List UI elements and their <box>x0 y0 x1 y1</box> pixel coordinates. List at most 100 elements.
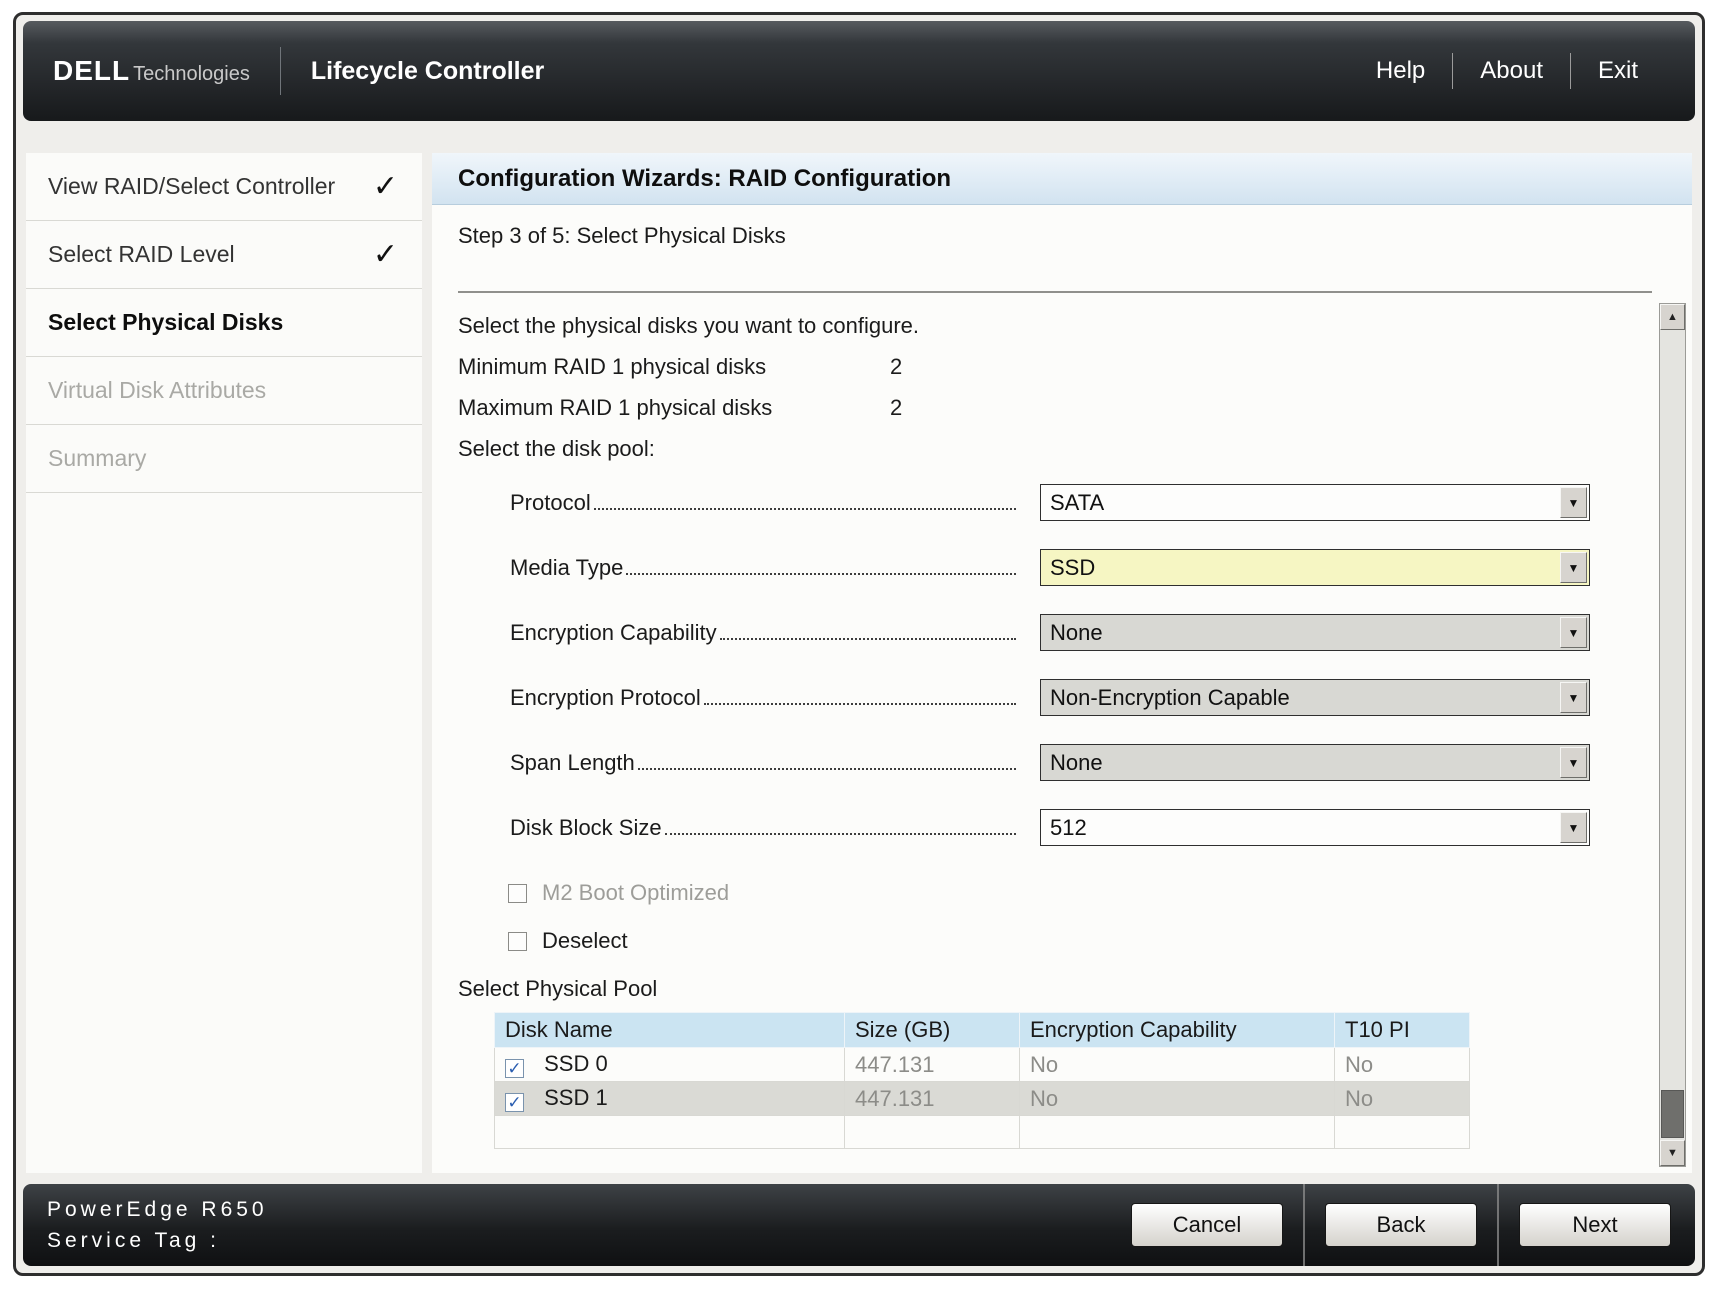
app-window: DELL Technologies Lifecycle Controller H… <box>13 12 1705 1276</box>
back-button[interactable]: Back <box>1325 1203 1477 1247</box>
cancel-button[interactable]: Cancel <box>1131 1203 1283 1247</box>
about-link[interactable]: About <box>1453 57 1570 85</box>
disk-checkbox[interactable]: ✓ <box>505 1093 524 1112</box>
protocol-select[interactable]: SATA ▼ <box>1040 484 1590 521</box>
disk-size: 447.131 <box>845 1048 1020 1082</box>
m2-boot-optimized-label: M2 Boot Optimized <box>542 880 729 906</box>
next-button[interactable]: Next <box>1519 1203 1671 1247</box>
col-header-encryption: Encryption Capability <box>1020 1013 1335 1048</box>
caret-down-icon[interactable]: ▼ <box>1560 682 1587 713</box>
disk-checkbox[interactable]: ✓ <box>505 1059 524 1078</box>
sidebar-item-view-raid-select-controller[interactable]: View RAID/Select Controller ✓ <box>26 153 422 221</box>
help-link[interactable]: Help <box>1349 57 1452 85</box>
disk-size: 447.131 <box>845 1082 1020 1116</box>
dotted-leader <box>720 638 1016 640</box>
disk-t10pi: No <box>1335 1048 1470 1082</box>
m2-boot-optimized-option: M2 Boot Optimized <box>508 880 1666 906</box>
encryption-protocol-select[interactable]: Non-Encryption Capable ▼ <box>1040 679 1590 716</box>
top-header-bar: DELL Technologies Lifecycle Controller H… <box>23 21 1695 121</box>
dotted-leader <box>665 833 1016 835</box>
caret-down-icon[interactable]: ▼ <box>1560 617 1587 648</box>
min-disks-value: 2 <box>890 354 902 380</box>
app-title: Lifecycle Controller <box>311 57 544 86</box>
sidebar-item-summary: Summary ✓ <box>26 425 422 493</box>
span-length-label: Span Length <box>510 750 635 776</box>
encryption-protocol-label: Encryption Protocol <box>510 685 701 711</box>
disk-block-size-label: Disk Block Size <box>510 815 662 841</box>
min-disks-row: Minimum RAID 1 physical disks 2 <box>458 354 1666 380</box>
col-header-disk-name: Disk Name <box>495 1013 845 1048</box>
vertical-scrollbar[interactable]: ▲ ▼ <box>1659 303 1686 1167</box>
table-header-row: Disk Name Size (GB) Encryption Capabilit… <box>495 1013 1470 1048</box>
table-row: ✓ SSD 0 447.131 No No <box>495 1048 1470 1082</box>
deselect-label: Deselect <box>542 928 628 954</box>
exit-link[interactable]: Exit <box>1571 57 1665 85</box>
caret-down-icon[interactable]: ▼ <box>1560 552 1587 583</box>
sidebar-item-label: Select Physical Disks <box>48 309 283 336</box>
deselect-checkbox[interactable] <box>508 932 527 951</box>
step-indicator: Step 3 of 5: Select Physical Disks <box>458 223 1666 249</box>
dotted-leader <box>626 573 1016 575</box>
encryption-capability-select[interactable]: None ▼ <box>1040 614 1590 651</box>
system-info: PowerEdge R650 Service Tag : <box>47 1198 268 1253</box>
max-disks-label: Maximum RAID 1 physical disks <box>458 395 890 421</box>
physical-disk-table: Disk Name Size (GB) Encryption Capabilit… <box>494 1012 1470 1149</box>
media-type-select[interactable]: SSD ▼ <box>1040 549 1590 586</box>
dell-logo-suffix: Technologies <box>133 63 250 86</box>
encryption-capability-label: Encryption Capability <box>510 620 717 646</box>
disk-pool-fields: Protocol SATA ▼ Media Type SSD ▼ Encrypt… <box>510 484 1666 846</box>
sidebar-item-select-raid-level[interactable]: Select RAID Level ✓ <box>26 221 422 289</box>
disk-block-size-value: 512 <box>1050 815 1087 841</box>
dell-logo: DELL Technologies <box>53 55 250 87</box>
header-links: Help About Exit <box>1349 53 1665 89</box>
page-title: Configuration Wizards: RAID Configuratio… <box>458 165 951 193</box>
protocol-row: Protocol SATA ▼ <box>510 484 1666 521</box>
max-disks-value: 2 <box>890 395 902 421</box>
disk-name: SSD 0 <box>544 1051 608 1076</box>
scroll-up-button[interactable]: ▲ <box>1660 304 1685 330</box>
check-icon: ✓ <box>373 169 398 204</box>
intro-text: Select the physical disks you want to co… <box>458 313 1666 339</box>
sidebar-item-select-physical-disks[interactable]: Select Physical Disks ✓ <box>26 289 422 357</box>
col-header-t10pi: T10 PI <box>1335 1013 1470 1048</box>
encryption-protocol-row: Encryption Protocol Non-Encryption Capab… <box>510 679 1666 716</box>
caret-down-icon[interactable]: ▼ <box>1560 812 1587 843</box>
caret-down-icon[interactable]: ▼ <box>1560 487 1587 518</box>
span-length-value: None <box>1050 750 1103 776</box>
table-row-empty <box>495 1116 1470 1149</box>
span-length-select[interactable]: None ▼ <box>1040 744 1590 781</box>
bottom-bar: PowerEdge R650 Service Tag : Cancel Back… <box>23 1184 1695 1266</box>
protocol-value: SATA <box>1050 490 1104 516</box>
system-model: PowerEdge R650 <box>47 1198 268 1222</box>
dotted-leader <box>704 703 1016 705</box>
header-divider <box>280 47 281 95</box>
span-length-row: Span Length None ▼ <box>510 744 1666 781</box>
content-title-bar: Configuration Wizards: RAID Configuratio… <box>432 153 1692 205</box>
media-type-row: Media Type SSD ▼ <box>510 549 1666 586</box>
physical-pool-title: Select Physical Pool <box>458 976 1666 1002</box>
deselect-option[interactable]: Deselect <box>508 928 1666 954</box>
dotted-leader <box>594 508 1016 510</box>
caret-up-icon: ▲ <box>1667 311 1678 323</box>
caret-down-icon[interactable]: ▼ <box>1560 747 1587 778</box>
disk-encryption: No <box>1020 1048 1335 1082</box>
disk-block-size-select[interactable]: 512 ▼ <box>1040 809 1590 846</box>
wizard-steps-sidebar: View RAID/Select Controller ✓ Select RAI… <box>26 153 422 1173</box>
encryption-protocol-value: Non-Encryption Capable <box>1050 685 1290 711</box>
button-divider <box>1497 1184 1499 1266</box>
scrollbar-thumb[interactable] <box>1661 1090 1684 1138</box>
m2-boot-optimized-checkbox <box>508 884 527 903</box>
caret-down-icon: ▼ <box>1667 1147 1678 1159</box>
wizard-buttons: Cancel Back Next <box>1131 1184 1671 1266</box>
col-header-size: Size (GB) <box>845 1013 1020 1048</box>
media-type-label: Media Type <box>510 555 623 581</box>
check-icon: ✓ <box>507 1060 521 1077</box>
main-content-panel: Configuration Wizards: RAID Configuratio… <box>432 153 1692 1173</box>
disk-name: SSD 1 <box>544 1085 608 1110</box>
max-disks-row: Maximum RAID 1 physical disks 2 <box>458 395 1666 421</box>
scroll-down-button[interactable]: ▼ <box>1660 1140 1685 1166</box>
sidebar-item-virtual-disk-attributes: Virtual Disk Attributes ✓ <box>26 357 422 425</box>
dotted-leader <box>638 768 1016 770</box>
disk-pool-prompt: Select the disk pool: <box>458 436 1666 462</box>
disk-block-size-row: Disk Block Size 512 ▼ <box>510 809 1666 846</box>
